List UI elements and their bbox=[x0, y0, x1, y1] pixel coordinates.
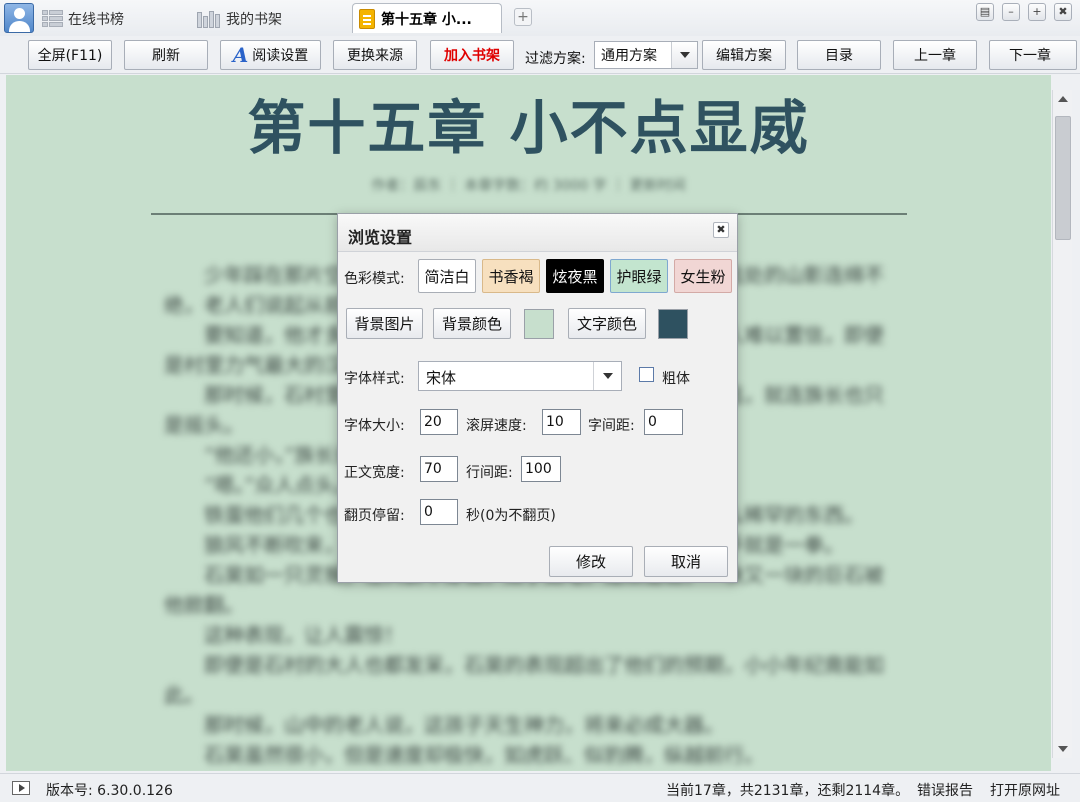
font-size-label: 字体大小: bbox=[344, 418, 405, 434]
user-avatar-icon[interactable] bbox=[4, 3, 34, 33]
letter-spacing-input[interactable]: 0 bbox=[644, 409, 683, 435]
edit-scheme-button[interactable]: 编辑方案 bbox=[702, 40, 786, 70]
paragraph: 那时候，山中的老人说，这孩子天生神力，将来必成大器。 bbox=[204, 713, 724, 737]
modify-button[interactable]: 修改 bbox=[549, 546, 633, 577]
vertical-scrollbar[interactable] bbox=[1052, 90, 1072, 758]
filter-scheme-select[interactable]: 通用方案 bbox=[594, 41, 698, 69]
filter-scheme-value: 通用方案 bbox=[601, 48, 657, 64]
chapter-progress-text: 当前17章，共2131章，还剩2114章。 bbox=[666, 783, 910, 799]
text-width-label: 正文宽度: bbox=[344, 465, 405, 481]
toc-button[interactable]: 目录 bbox=[797, 40, 881, 70]
paragraph: 石昊虽然很小，但是速度却极快，如虎跃、似豹腾，纵越前行。 bbox=[204, 743, 764, 767]
list-icon bbox=[42, 10, 64, 28]
scroll-up-icon[interactable] bbox=[1053, 90, 1073, 108]
reading-settings-button[interactable]: A 阅读设置 bbox=[220, 40, 321, 70]
exit-icon[interactable] bbox=[12, 781, 30, 795]
chapter-meta: 作者：辰东 ｜ 本章字数：约 3000 字 ｜ 更新时间 bbox=[371, 178, 686, 194]
bold-checkbox[interactable] bbox=[639, 367, 654, 382]
bookshelf-icon bbox=[197, 10, 223, 28]
toolbar: 全屏(F11) 刷新 A 阅读设置 更换来源 加入书架 过滤方案: 通用方案 编… bbox=[0, 36, 1080, 74]
open-source-url-link[interactable]: 打开原网址 bbox=[990, 780, 1060, 800]
reading-settings-label: 阅读设置 bbox=[252, 48, 309, 64]
font-size-input[interactable]: 20 bbox=[420, 409, 458, 435]
line-height-input[interactable]: 100 bbox=[521, 456, 561, 482]
font-a-icon: A bbox=[232, 43, 249, 67]
close-window-icon[interactable]: ✖ bbox=[1054, 3, 1072, 21]
report-error-link[interactable]: 错误报告 bbox=[917, 780, 973, 800]
prev-chapter-button[interactable]: 上一章 bbox=[893, 40, 977, 70]
version-text: 版本号: 6.30.0.126 bbox=[46, 783, 173, 799]
dialog-title: 浏览设置 bbox=[338, 214, 737, 252]
new-tab-button[interactable]: + bbox=[514, 8, 532, 26]
tab-current-chapter-label: 第十五章 小... bbox=[381, 11, 472, 28]
scroll-speed-input[interactable]: 10 bbox=[542, 409, 581, 435]
chapter-title: 第十五章 小不点显威 bbox=[247, 94, 810, 162]
dialog-close-icon[interactable]: ✖ bbox=[713, 222, 729, 238]
letter-spacing-label: 字间距: bbox=[588, 418, 635, 434]
scrollbar-thumb[interactable] bbox=[1055, 116, 1071, 240]
mode-pink-button[interactable]: 女生粉 bbox=[674, 259, 732, 293]
line-height-label: 行间距: bbox=[466, 465, 513, 481]
maximize-icon[interactable]: + bbox=[1028, 3, 1046, 21]
font-style-select[interactable]: 宋体 bbox=[418, 361, 622, 391]
browse-settings-dialog: 浏览设置 ✖ 色彩模式: 简洁白 书香褐 炫夜黑 护眼绿 女生粉 背景图片 背景… bbox=[337, 213, 738, 583]
refresh-button[interactable]: 刷新 bbox=[124, 40, 208, 70]
minimize-icon[interactable]: – bbox=[1002, 3, 1020, 21]
menu-window-icon[interactable]: ▤ bbox=[976, 3, 994, 21]
scroll-speed-label: 滚屏速度: bbox=[466, 418, 527, 434]
chevron-down-icon[interactable] bbox=[593, 362, 621, 390]
page-dwell-label: 翻页停留: bbox=[344, 508, 405, 524]
bg-color-button[interactable]: 背景颜色 bbox=[433, 308, 511, 339]
add-to-shelf-button[interactable]: 加入书架 bbox=[430, 40, 514, 70]
next-chapter-button[interactable]: 下一章 bbox=[989, 40, 1077, 70]
tab-bar: 在线书榜 我的书架 第十五章 小... + ▤ – + ✖ bbox=[0, 0, 1080, 36]
filter-scheme-label: 过滤方案: bbox=[525, 51, 586, 67]
bg-image-button[interactable]: 背景图片 bbox=[346, 308, 423, 339]
tab-online-rank-label: 在线书榜 bbox=[68, 12, 124, 28]
chevron-down-icon[interactable] bbox=[671, 42, 697, 68]
scroll-down-icon[interactable] bbox=[1053, 740, 1073, 758]
paragraph: 这种表现，让人震惊！ bbox=[204, 623, 404, 647]
bold-label: 粗体 bbox=[662, 371, 690, 387]
mode-brown-button[interactable]: 书香褐 bbox=[482, 259, 540, 293]
text-width-input[interactable]: 70 bbox=[420, 456, 458, 482]
page-dwell-input[interactable]: 0 bbox=[420, 499, 458, 525]
tab-bookshelf[interactable]: 我的书架 bbox=[197, 6, 282, 32]
mode-white-button[interactable]: 简洁白 bbox=[418, 259, 476, 293]
document-icon bbox=[359, 8, 375, 29]
tab-bookshelf-label: 我的书架 bbox=[226, 12, 282, 28]
tab-online-rank[interactable]: 在线书榜 bbox=[42, 6, 124, 32]
color-mode-label: 色彩模式: bbox=[344, 271, 405, 287]
page-dwell-hint: 秒(0为不翻页) bbox=[466, 508, 556, 524]
change-source-button[interactable]: 更换来源 bbox=[333, 40, 417, 70]
mode-black-button[interactable]: 炫夜黑 bbox=[546, 259, 604, 293]
paragraph: 即便是石村的大人也都发呆，石昊的表现超出了他们的预期，小小年纪竟能如此。 bbox=[164, 653, 884, 707]
mode-green-button[interactable]: 护眼绿 bbox=[610, 259, 668, 293]
font-style-label: 字体样式: bbox=[344, 371, 405, 387]
font-style-value: 宋体 bbox=[426, 369, 457, 387]
tab-current-chapter[interactable]: 第十五章 小... bbox=[352, 3, 502, 33]
bg-color-swatch[interactable] bbox=[524, 309, 554, 339]
text-color-button[interactable]: 文字颜色 bbox=[568, 308, 646, 339]
cancel-button[interactable]: 取消 bbox=[644, 546, 728, 577]
text-color-swatch[interactable] bbox=[658, 309, 688, 339]
status-bar: 版本号: 6.30.0.126 当前17章，共2131章，还剩2114章。 错误… bbox=[0, 773, 1080, 802]
fullscreen-button[interactable]: 全屏(F11) bbox=[28, 40, 112, 70]
